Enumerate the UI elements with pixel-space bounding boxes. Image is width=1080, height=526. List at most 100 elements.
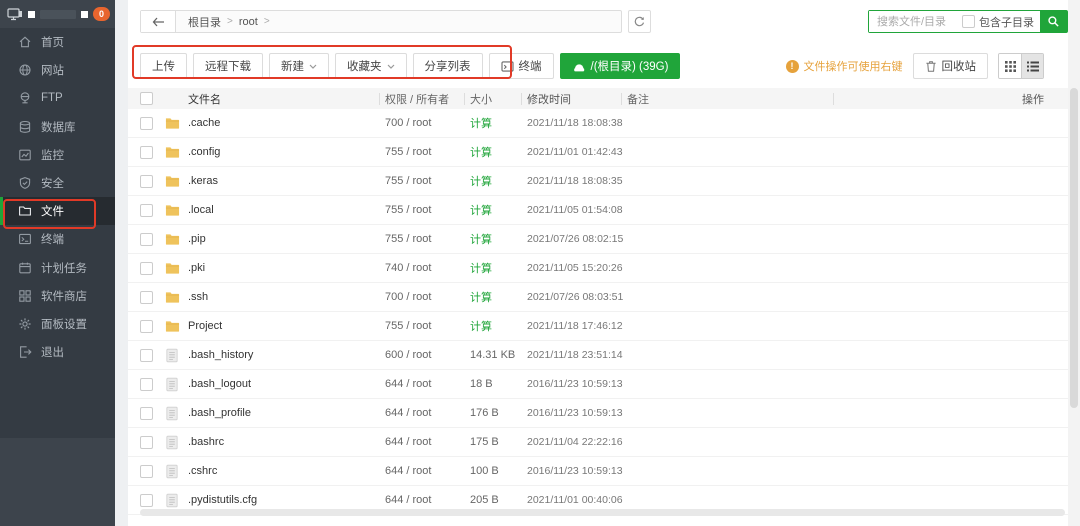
select-all-checkbox[interactable] [140, 92, 153, 105]
list-view-button[interactable] [1021, 54, 1043, 78]
remote-download-button[interactable]: 远程下载 [193, 53, 263, 79]
table-row[interactable]: .ssh 700 / root 计算 2021/07/26 08:03:51 [128, 283, 1068, 312]
file-name[interactable]: .bash_history [188, 349, 385, 361]
breadcrumb-item[interactable]: 根目录 [188, 14, 221, 30]
table-row[interactable]: .cache 700 / root 计算 2021/11/18 18:08:38 [128, 109, 1068, 138]
share-list-button[interactable]: 分享列表 [413, 53, 483, 79]
row-checkbox[interactable] [140, 117, 153, 130]
vertical-scrollbar-thumb[interactable] [1070, 88, 1078, 408]
file-name[interactable]: .cshrc [188, 465, 385, 477]
row-checkbox[interactable] [140, 291, 153, 304]
file-name[interactable]: .pydistutils.cfg [188, 494, 385, 506]
breadcrumb-item[interactable]: root [239, 16, 258, 28]
file-name[interactable]: .cache [188, 117, 385, 129]
file-size[interactable]: 18 B [470, 378, 527, 390]
file-name[interactable]: .bash_logout [188, 378, 385, 390]
sidebar-item[interactable]: 网站 [0, 56, 115, 84]
current-disk-button[interactable]: /(根目录) (39G) [560, 53, 681, 79]
row-checkbox[interactable] [140, 262, 153, 275]
file-name[interactable]: .bash_profile [188, 407, 385, 419]
recycle-bin-button[interactable]: 回收站 [913, 53, 989, 79]
new-dropdown-button[interactable]: 新建 [269, 53, 329, 79]
file-size[interactable]: 100 B [470, 465, 527, 477]
sidebar-item[interactable]: 面板设置 [0, 310, 115, 338]
file-name[interactable]: Project [188, 320, 385, 332]
table-row[interactable]: .bash_logout 644 / root 18 B 2016/11/23 … [128, 370, 1068, 399]
sidebar-item[interactable]: 软件商店 [0, 282, 115, 310]
file-name[interactable]: .pip [188, 233, 385, 245]
table-row[interactable]: .local 755 / root 计算 2021/11/05 01:54:08 [128, 196, 1068, 225]
sidebar-item[interactable]: 首页 [0, 28, 115, 56]
file-size[interactable]: 计算 [470, 260, 527, 276]
file-permission-owner: 755 / root [385, 146, 470, 158]
file-size[interactable]: 计算 [470, 144, 527, 160]
file-size[interactable]: 计算 [470, 202, 527, 218]
row-checkbox[interactable] [140, 465, 153, 478]
file-size[interactable]: 计算 [470, 289, 527, 305]
sidebar-item[interactable]: FTP [0, 84, 115, 112]
table-row[interactable]: .bash_history 600 / root 14.31 KB 2021/1… [128, 341, 1068, 370]
sidebar-item[interactable]: 监控 [0, 141, 115, 169]
row-checkbox[interactable] [140, 407, 153, 420]
table-row[interactable]: .bash_profile 644 / root 176 B 2016/11/2… [128, 399, 1068, 428]
file-size[interactable]: 176 B [470, 407, 527, 419]
col-filename[interactable]: 文件名 [188, 91, 385, 107]
row-checkbox[interactable] [140, 146, 153, 159]
grid-view-button[interactable] [999, 54, 1021, 78]
table-row[interactable]: .pki 740 / root 计算 2021/11/05 15:20:26 [128, 254, 1068, 283]
row-checkbox[interactable] [140, 233, 153, 246]
col-note[interactable]: 备注 [627, 91, 833, 107]
file-name[interactable]: .ssh [188, 291, 385, 303]
file-name[interactable]: .bashrc [188, 436, 385, 448]
row-checkbox[interactable] [140, 378, 153, 391]
include-subdir-option[interactable]: 包含子目录 [962, 11, 1040, 32]
sidebar-item[interactable]: 安全 [0, 169, 115, 197]
back-button[interactable] [141, 11, 176, 32]
col-size[interactable]: 大小 [470, 91, 527, 107]
table-row[interactable]: .keras 755 / root 计算 2021/11/18 18:08:35 [128, 167, 1068, 196]
col-permission-owner[interactable]: 权限 / 所有者 [385, 91, 470, 107]
terminal-button[interactable]: 终端 [489, 53, 554, 79]
include-subdir-checkbox[interactable] [962, 15, 975, 28]
row-checkbox[interactable] [140, 349, 153, 362]
search-button[interactable] [1040, 11, 1067, 32]
message-count-badge[interactable]: 0 [93, 7, 110, 21]
file-name[interactable]: .config [188, 146, 385, 158]
row-checkbox[interactable] [140, 494, 153, 507]
sidebar-item[interactable]: 终端 [0, 225, 115, 253]
file-name[interactable]: .pki [188, 262, 385, 274]
favorites-dropdown-button[interactable]: 收藏夹 [335, 53, 407, 79]
file-size[interactable]: 205 B [470, 494, 527, 506]
table-row[interactable]: .cshrc 644 / root 100 B 2016/11/23 10:59… [128, 457, 1068, 486]
sidebar-item[interactable]: 文件 [0, 197, 115, 225]
file-size[interactable]: 计算 [470, 231, 527, 247]
table-row[interactable]: .bashrc 644 / root 175 B 2021/11/04 22:2… [128, 428, 1068, 457]
horizontal-scrollbar[interactable] [140, 509, 1065, 516]
table-row[interactable]: .config 755 / root 计算 2021/11/01 01:42:4… [128, 138, 1068, 167]
upload-button[interactable]: 上传 [140, 53, 187, 79]
file-mtime: 2021/07/26 08:02:15 [527, 233, 627, 245]
col-mtime[interactable]: 修改时间 [527, 91, 627, 107]
file-size[interactable]: 14.31 KB [470, 349, 527, 361]
sidebar-item[interactable]: 数据库 [0, 113, 115, 141]
table-row[interactable]: .pip 755 / root 计算 2021/07/26 08:02:15 [128, 225, 1068, 254]
sidebar-item[interactable]: 退出 [0, 338, 115, 366]
file-name[interactable]: .local [188, 204, 385, 216]
redacted-block [81, 11, 88, 18]
file-size[interactable]: 175 B [470, 436, 527, 448]
file-name[interactable]: .keras [188, 175, 385, 187]
file-size[interactable]: 计算 [470, 318, 527, 334]
search-input[interactable] [869, 11, 962, 32]
file-permission-owner: 644 / root [385, 407, 470, 419]
table-row[interactable]: Project 755 / root 计算 2021/11/18 17:46:1… [128, 312, 1068, 341]
file-size[interactable]: 计算 [470, 173, 527, 189]
sidebar-item-label: 计划任务 [41, 260, 87, 276]
sidebar-menu: 首页 网站 FTP 数据库 监控 [0, 28, 115, 438]
row-checkbox[interactable] [140, 436, 153, 449]
refresh-button[interactable] [628, 10, 651, 33]
row-checkbox[interactable] [140, 175, 153, 188]
file-size[interactable]: 计算 [470, 115, 527, 131]
row-checkbox[interactable] [140, 204, 153, 217]
sidebar-item[interactable]: 计划任务 [0, 254, 115, 282]
row-checkbox[interactable] [140, 320, 153, 333]
